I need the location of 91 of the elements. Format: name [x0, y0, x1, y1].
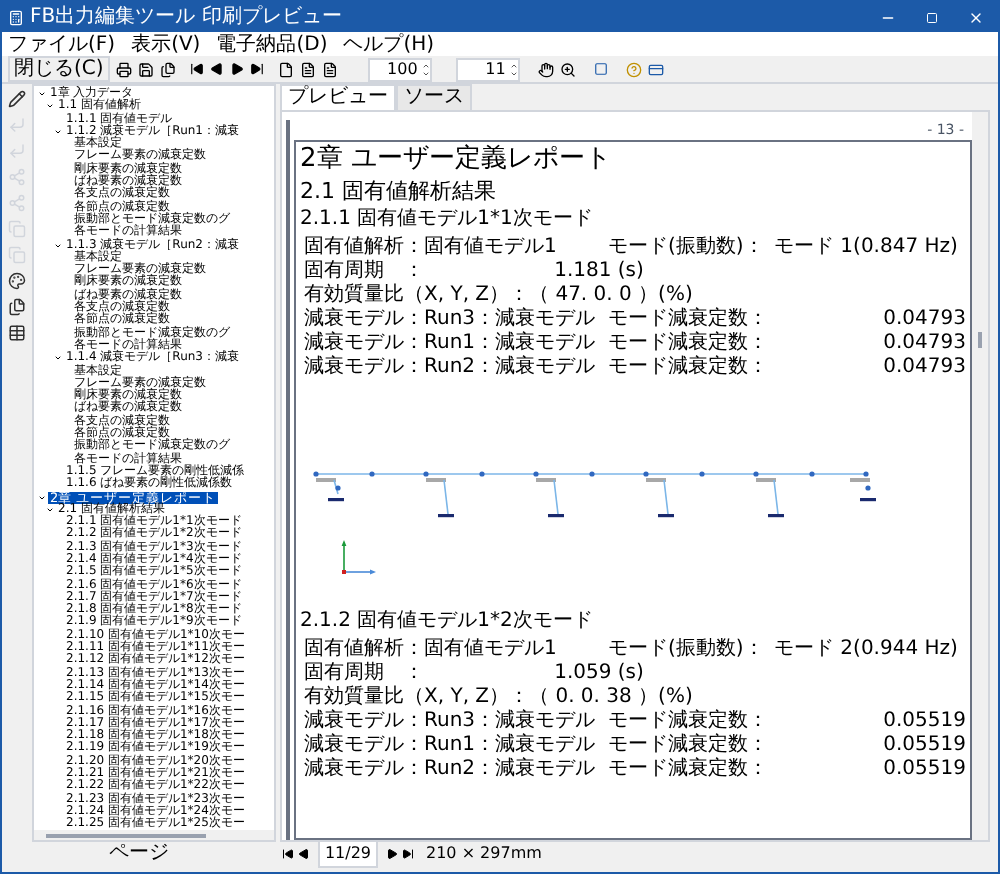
menu-item[interactable]: 表示(V) — [131, 29, 201, 59]
report-text: 減衰モデル — [304, 310, 404, 330]
page-width-icon[interactable] — [299, 61, 316, 77]
report-text: 0.04793 — [881, 358, 966, 378]
report-text: モード 2(0.944 Hz) — [774, 640, 960, 660]
report-text: Run3：減衰モデル — [424, 712, 598, 732]
report-text: ： — [404, 664, 424, 684]
previous-page-icon[interactable] — [298, 848, 310, 860]
subsection-title: 2.1.2 固有値モデル1*2次モード — [300, 612, 595, 636]
report-text: Run2：減衰モデル — [424, 358, 598, 378]
page-field[interactable]: 11 — [455, 57, 520, 81]
single-page-icon[interactable] — [277, 61, 294, 77]
report-text: 固有周期 — [304, 262, 386, 282]
tool-icon[interactable] — [8, 298, 26, 316]
report-text: 有効質量比（X, Y, Z）：（ 0. 0. 38 ）(%) — [304, 688, 693, 708]
report-text: Run2：減衰モデル — [424, 760, 598, 780]
first-page-icon[interactable] — [282, 848, 294, 860]
report-text: 0.05519 — [881, 760, 966, 780]
report-text: 固有値解析 — [304, 238, 404, 258]
report-text: 固有周期 — [304, 664, 386, 684]
report-text: 減衰モデル — [304, 736, 404, 756]
report-text: 減衰モデル — [304, 358, 404, 378]
report-text: 減衰モデル — [304, 334, 404, 354]
report-text: ： — [404, 712, 424, 732]
report-text: モード減衰定数： — [608, 358, 770, 378]
report-text: 固有値解析 — [304, 640, 404, 660]
whole-page-icon[interactable] — [321, 61, 338, 77]
save-icon[interactable] — [137, 61, 154, 77]
close-preview-button[interactable]: 閉じる(C) — [8, 56, 110, 82]
report-text: 固有値モデル1 — [424, 238, 559, 258]
tool-icon[interactable] — [8, 272, 26, 290]
zoom-field[interactable]: 100 — [367, 57, 432, 81]
report-text: 1.059 (s) — [552, 664, 646, 684]
section-title: 2.1 固有値解析結果 — [300, 180, 498, 208]
report-text: Run1：減衰モデル — [424, 736, 598, 756]
maximize-icon[interactable] — [926, 11, 938, 23]
report-text: モード減衰定数： — [608, 760, 770, 780]
help-icon[interactable] — [625, 61, 642, 77]
last-page-icon[interactable] — [402, 848, 414, 860]
menu-item[interactable]: 電子納品(D) — [216, 29, 328, 59]
tab[interactable]: プレビュー — [280, 84, 396, 110]
horizontal-scrollbar[interactable] — [34, 830, 274, 840]
report-text: モード減衰定数： — [608, 736, 770, 756]
chapter-title: 2章 ユーザー定義レポート — [300, 146, 613, 178]
tool-icon[interactable] — [8, 324, 26, 342]
print-icon[interactable] — [115, 61, 132, 77]
report-text: Run1：減衰モデル — [424, 334, 598, 354]
last-page-icon[interactable] — [249, 62, 264, 76]
report-text: Run3：減衰モデル — [424, 310, 598, 330]
report-text: モード(振動数)： — [608, 238, 766, 258]
paper-size: 210 × 297mm — [426, 842, 542, 866]
report-text: ： — [404, 310, 424, 330]
close-icon[interactable] — [968, 9, 984, 25]
report-text: 減衰モデル — [304, 760, 404, 780]
subsection-title: 2.1.1 固有値モデル1*1次モード — [300, 210, 595, 234]
app-icon — [8, 9, 24, 25]
report-text: モード 1(0.847 Hz) — [774, 238, 960, 258]
menu-item[interactable]: ファイル(F) — [8, 29, 116, 59]
report-text: ： — [404, 238, 424, 258]
report-text: ： — [404, 334, 424, 354]
report-text: 減衰モデル — [304, 712, 404, 732]
next-page-icon[interactable] — [229, 62, 244, 76]
report-text: ： — [404, 736, 424, 756]
report-text: モード減衰定数： — [608, 310, 770, 330]
report-text: ： — [404, 358, 424, 378]
hand-icon[interactable] — [537, 61, 554, 77]
first-page-icon[interactable] — [189, 62, 204, 76]
report-text: モード(振動数)： — [608, 640, 766, 660]
previous-page-icon[interactable] — [209, 62, 224, 76]
report-text: 0.05519 — [881, 712, 966, 732]
report-text: 0.04793 — [881, 310, 966, 330]
report-text: モード減衰定数： — [608, 334, 770, 354]
tab[interactable]: ソース — [396, 84, 472, 110]
card-icon[interactable] — [647, 61, 664, 77]
report-text: ： — [404, 760, 424, 780]
tool-icon[interactable] — [8, 90, 26, 108]
report-text: ： — [404, 262, 424, 282]
menu-item[interactable]: ヘルプ(H) — [343, 29, 435, 59]
next-page-icon[interactable] — [386, 848, 398, 860]
window-title: FB出力編集ツール 印刷プレビュー — [30, 3, 342, 32]
report-text: モード減衰定数： — [608, 712, 770, 732]
report-text: 有効質量比（X, Y, Z）：（ 47. 0. 0 ）(%) — [304, 286, 693, 306]
report-text: 固有値モデル1 — [424, 640, 559, 660]
report-text: 1.181 (s) — [552, 262, 646, 282]
report-text: 0.05519 — [881, 736, 966, 756]
status-text: ページ — [109, 844, 169, 864]
vertical-scrollbar[interactable] — [972, 112, 988, 840]
report-text: ： — [404, 640, 424, 660]
page-indicator-field[interactable]: 11/29 — [318, 840, 378, 868]
report-text: 0.04793 — [881, 334, 966, 354]
zoom-icon[interactable] — [559, 61, 576, 77]
